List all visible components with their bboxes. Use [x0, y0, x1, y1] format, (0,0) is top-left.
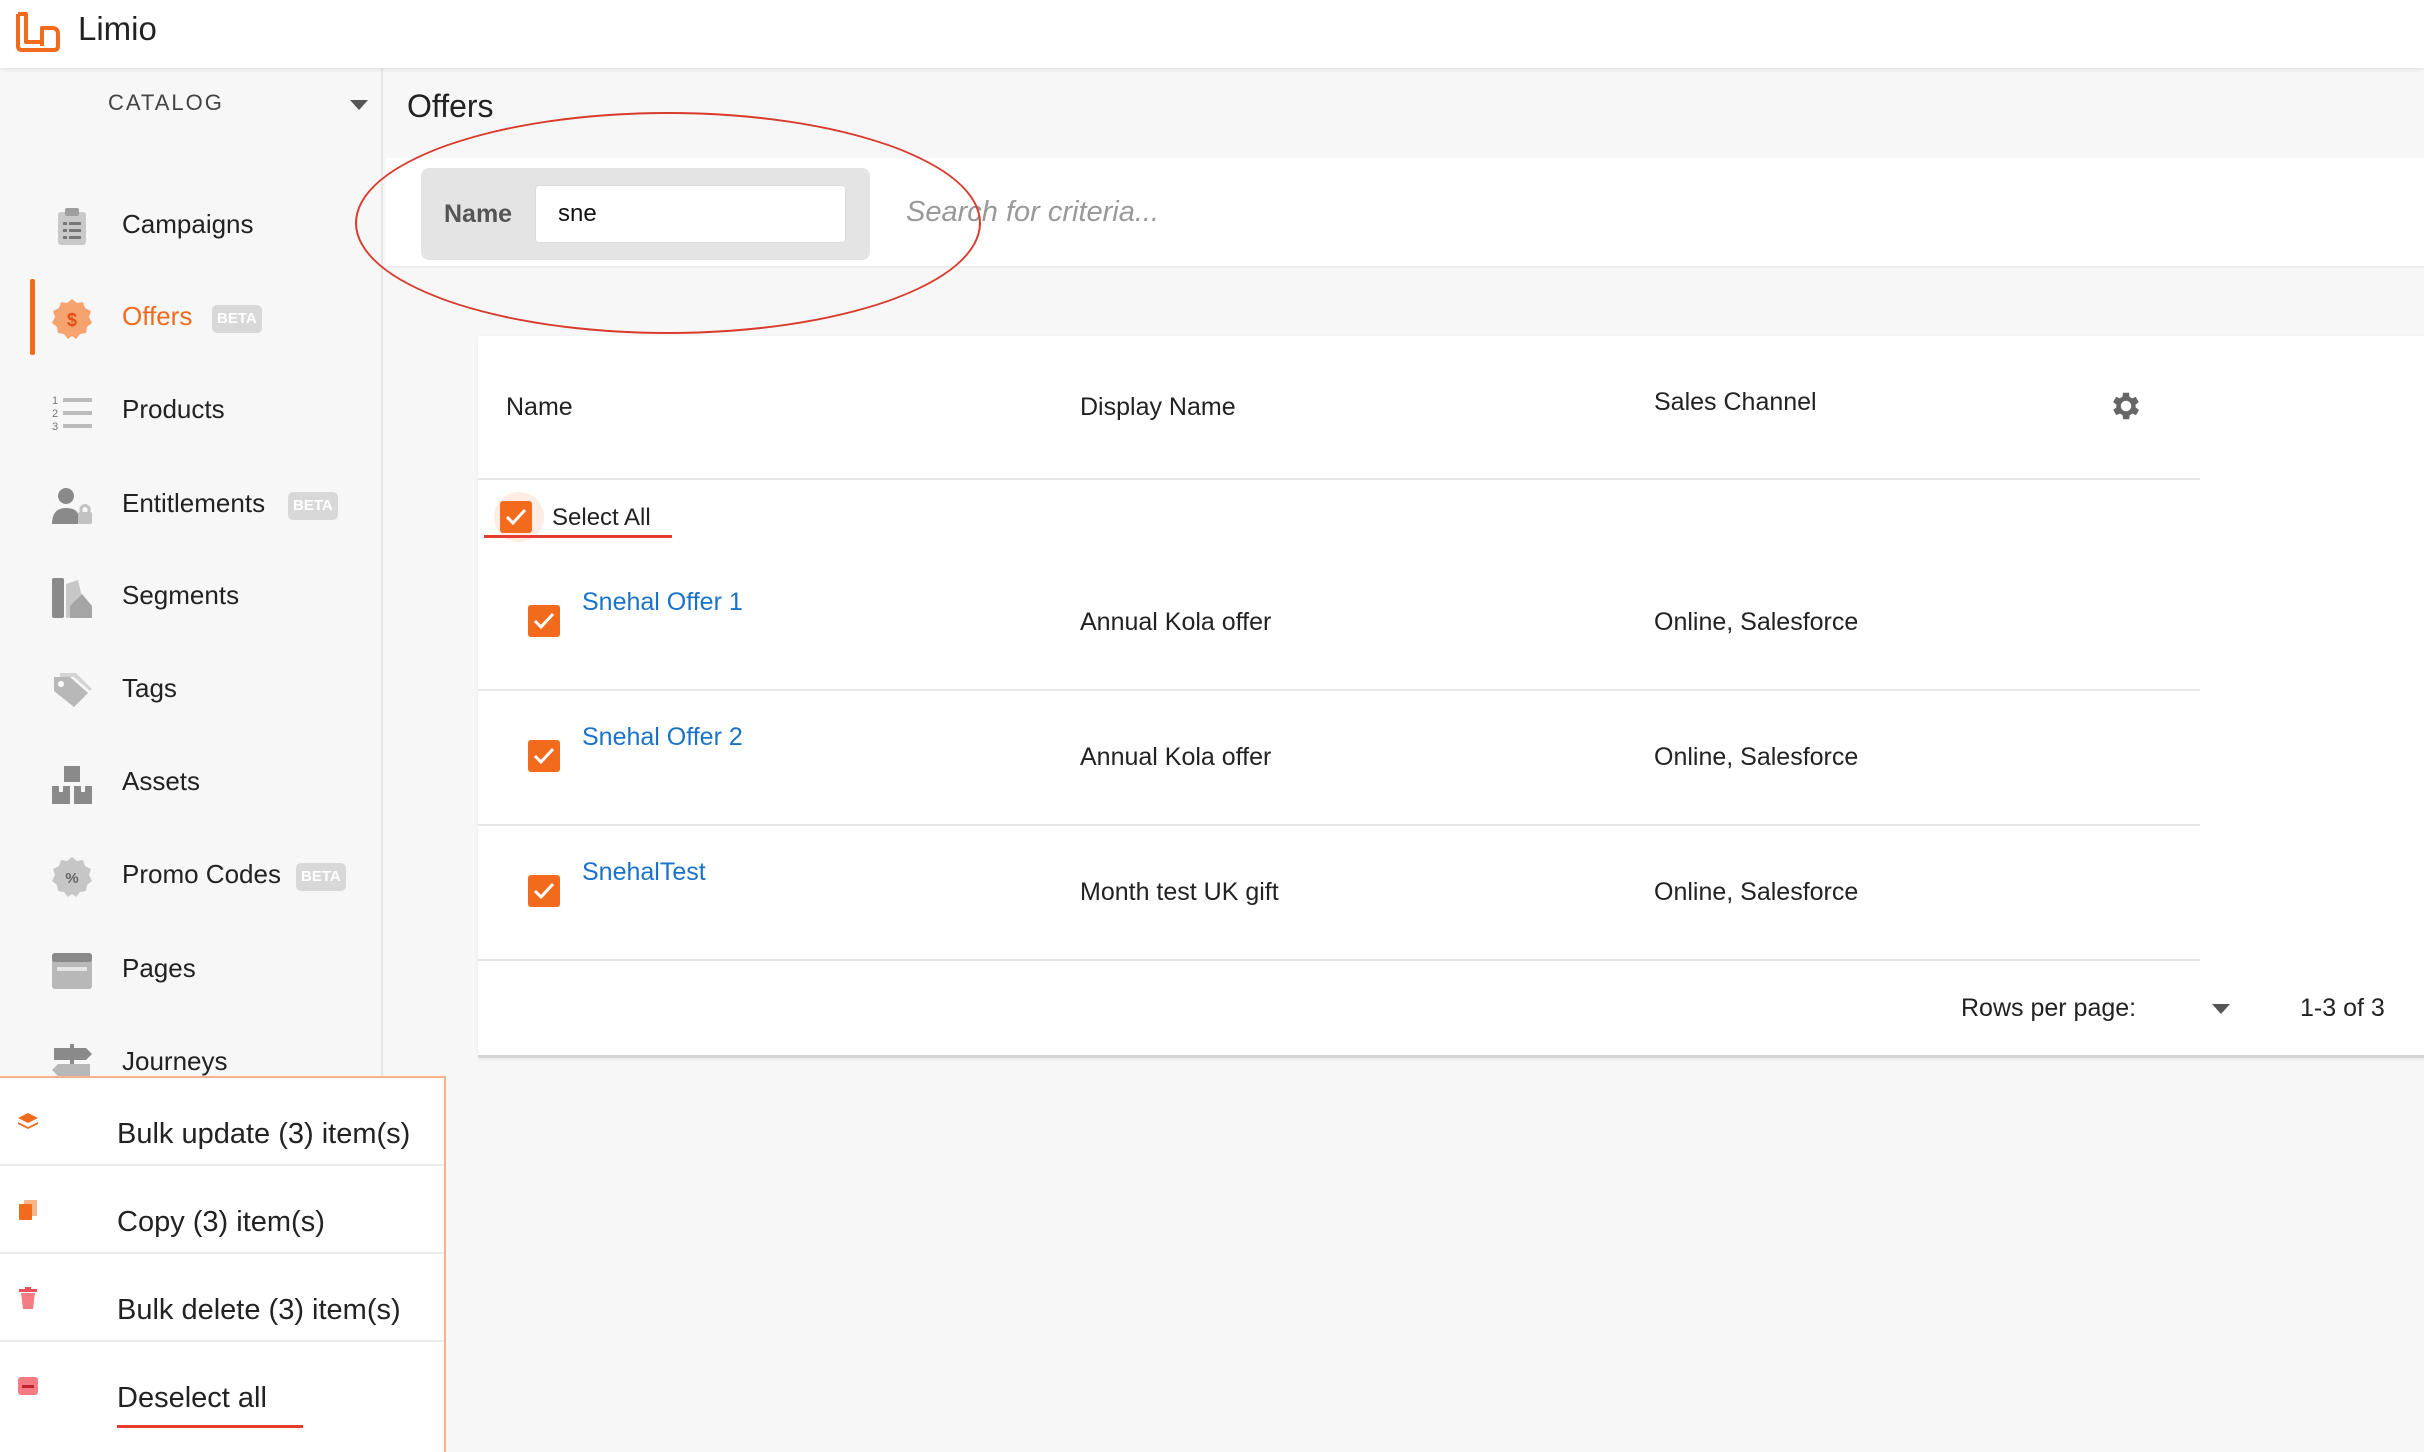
sidebar-item-label: Pages [122, 953, 196, 983]
offer-name-link[interactable]: Snehal Offer 1 [582, 588, 743, 617]
sidebar-item-label: Products [122, 394, 225, 424]
app-header: Limio [0, 0, 2424, 68]
svg-text:3: 3 [52, 421, 58, 433]
clipboard-icon [58, 208, 86, 245]
sidebar-item-label: Promo Codes [122, 859, 281, 889]
bulk-action-label: Deselect all [117, 1382, 267, 1414]
sidebar-item-assets[interactable]: Assets [0, 744, 383, 820]
sidebar-item-label: Offers [122, 301, 193, 331]
minus-square-icon [18, 1377, 38, 1395]
sidebar-item-segments[interactable]: Segments [0, 558, 383, 634]
percent-badge-icon: % [52, 857, 92, 897]
sidebar-item-entitlements[interactable]: Entitlements BETA [0, 466, 383, 542]
sidebar-item-label: Campaigns [122, 209, 254, 239]
sidebar-item-products[interactable]: 1 2 3 Products [0, 372, 383, 448]
sidebar: CATALOG Campaigns $ Offers BETA 1 2 3 Pr… [0, 68, 383, 1084]
offer-display-name: Annual Kola offer [1080, 743, 1272, 771]
table-divider [478, 959, 2200, 961]
rows-per-page-dropdown-icon[interactable] [2212, 1004, 2230, 1014]
dollar-badge-icon: $ [52, 299, 92, 339]
sidebar-item-label: Segments [122, 580, 240, 610]
svg-text:%: % [65, 870, 78, 887]
check-icon [533, 882, 555, 900]
offer-display-name: Month test UK gift [1080, 878, 1279, 906]
criteria-search-input[interactable] [906, 190, 2306, 234]
annotation-underline [117, 1425, 303, 1428]
offer-name-link[interactable]: Snehal Offer 2 [582, 723, 743, 752]
pagination-range: 1-3 of 3 [2300, 994, 2385, 1022]
offer-name-link[interactable]: SnehalTest [582, 858, 706, 887]
beta-badge: BETA [212, 305, 262, 333]
sidebar-item-campaigns[interactable]: Campaigns [0, 187, 383, 263]
boxes-icon [52, 766, 92, 804]
filter-chip-label: Name [444, 200, 513, 228]
table-divider [478, 478, 2200, 480]
rows-per-page-label: Rows per page: [1961, 994, 2137, 1022]
sidebar-item-label: Assets [122, 766, 201, 796]
offer-sales-channel: Online, Salesforce [1654, 608, 1859, 636]
bulk-action-label: Bulk delete (3) item(s) [117, 1294, 401, 1326]
sidebar-item-offers[interactable]: $ Offers BETA [0, 279, 383, 355]
numbered-list-icon: 1 2 3 [52, 395, 92, 433]
check-icon [505, 508, 527, 526]
svg-text:2: 2 [52, 408, 58, 420]
limio-logo-icon[interactable] [14, 8, 62, 56]
bulk-delete-button[interactable]: Bulk delete (3) item(s) [0, 1254, 444, 1342]
layers-icon [18, 1113, 38, 1129]
sidebar-item-label: Tags [122, 673, 177, 703]
row-checkbox[interactable] [528, 875, 560, 907]
deselect-all-button[interactable]: Deselect all [0, 1342, 444, 1430]
sidebar-item-promo-codes[interactable]: % Promo Codes BETA [0, 837, 383, 913]
gear-icon[interactable] [2108, 388, 2144, 424]
select-all-label: Select All [552, 504, 651, 531]
sidebar-item-label: Journeys [122, 1046, 228, 1076]
trash-icon [19, 1287, 37, 1309]
annotation-underline [484, 535, 672, 538]
table-divider [478, 824, 2200, 826]
page-title: Offers [407, 88, 494, 124]
caret-down-icon[interactable] [350, 100, 368, 110]
sidebar-item-tags[interactable]: Tags [0, 651, 383, 727]
brand-name: Limio [78, 10, 157, 47]
active-indicator [30, 279, 35, 355]
offer-display-name: Annual Kola offer [1080, 608, 1272, 636]
beta-badge: BETA [288, 492, 338, 520]
row-checkbox[interactable] [528, 740, 560, 772]
bulk-action-label: Bulk update (3) item(s) [117, 1118, 411, 1150]
sidebar-item-label: Entitlements [122, 488, 266, 518]
offer-sales-channel: Online, Salesforce [1654, 878, 1859, 906]
column-header-sales-channel[interactable]: Sales Channel [1654, 388, 1817, 417]
row-checkbox[interactable] [528, 605, 560, 637]
copy-items-button[interactable]: Copy (3) item(s) [0, 1166, 444, 1254]
beta-badge: BETA [296, 863, 346, 891]
segments-icon [52, 578, 92, 618]
user-lock-icon [52, 488, 92, 524]
offer-sales-channel: Online, Salesforce [1654, 743, 1859, 771]
column-header-display-name[interactable]: Display Name [1080, 393, 1236, 422]
catalog-section-label: CATALOG [108, 90, 224, 115]
check-icon [533, 612, 555, 630]
bulk-action-label: Copy (3) item(s) [117, 1206, 325, 1238]
svg-text:1: 1 [52, 395, 58, 407]
tags-icon [54, 673, 92, 707]
offers-table [478, 336, 2424, 1058]
table-divider [478, 689, 2200, 691]
check-icon [533, 747, 555, 765]
copy-icon [19, 1200, 37, 1220]
svg-text:$: $ [67, 310, 77, 330]
column-header-name[interactable]: Name [506, 393, 573, 422]
select-all-checkbox[interactable] [500, 501, 532, 533]
bulk-actions-panel: Bulk update (3) item(s) Copy (3) item(s)… [0, 1076, 446, 1452]
sidebar-item-pages[interactable]: Pages [0, 931, 383, 1007]
name-filter-input[interactable] [535, 185, 846, 243]
browser-window-icon [52, 953, 92, 989]
bulk-update-button[interactable]: Bulk update (3) item(s) [0, 1078, 444, 1166]
